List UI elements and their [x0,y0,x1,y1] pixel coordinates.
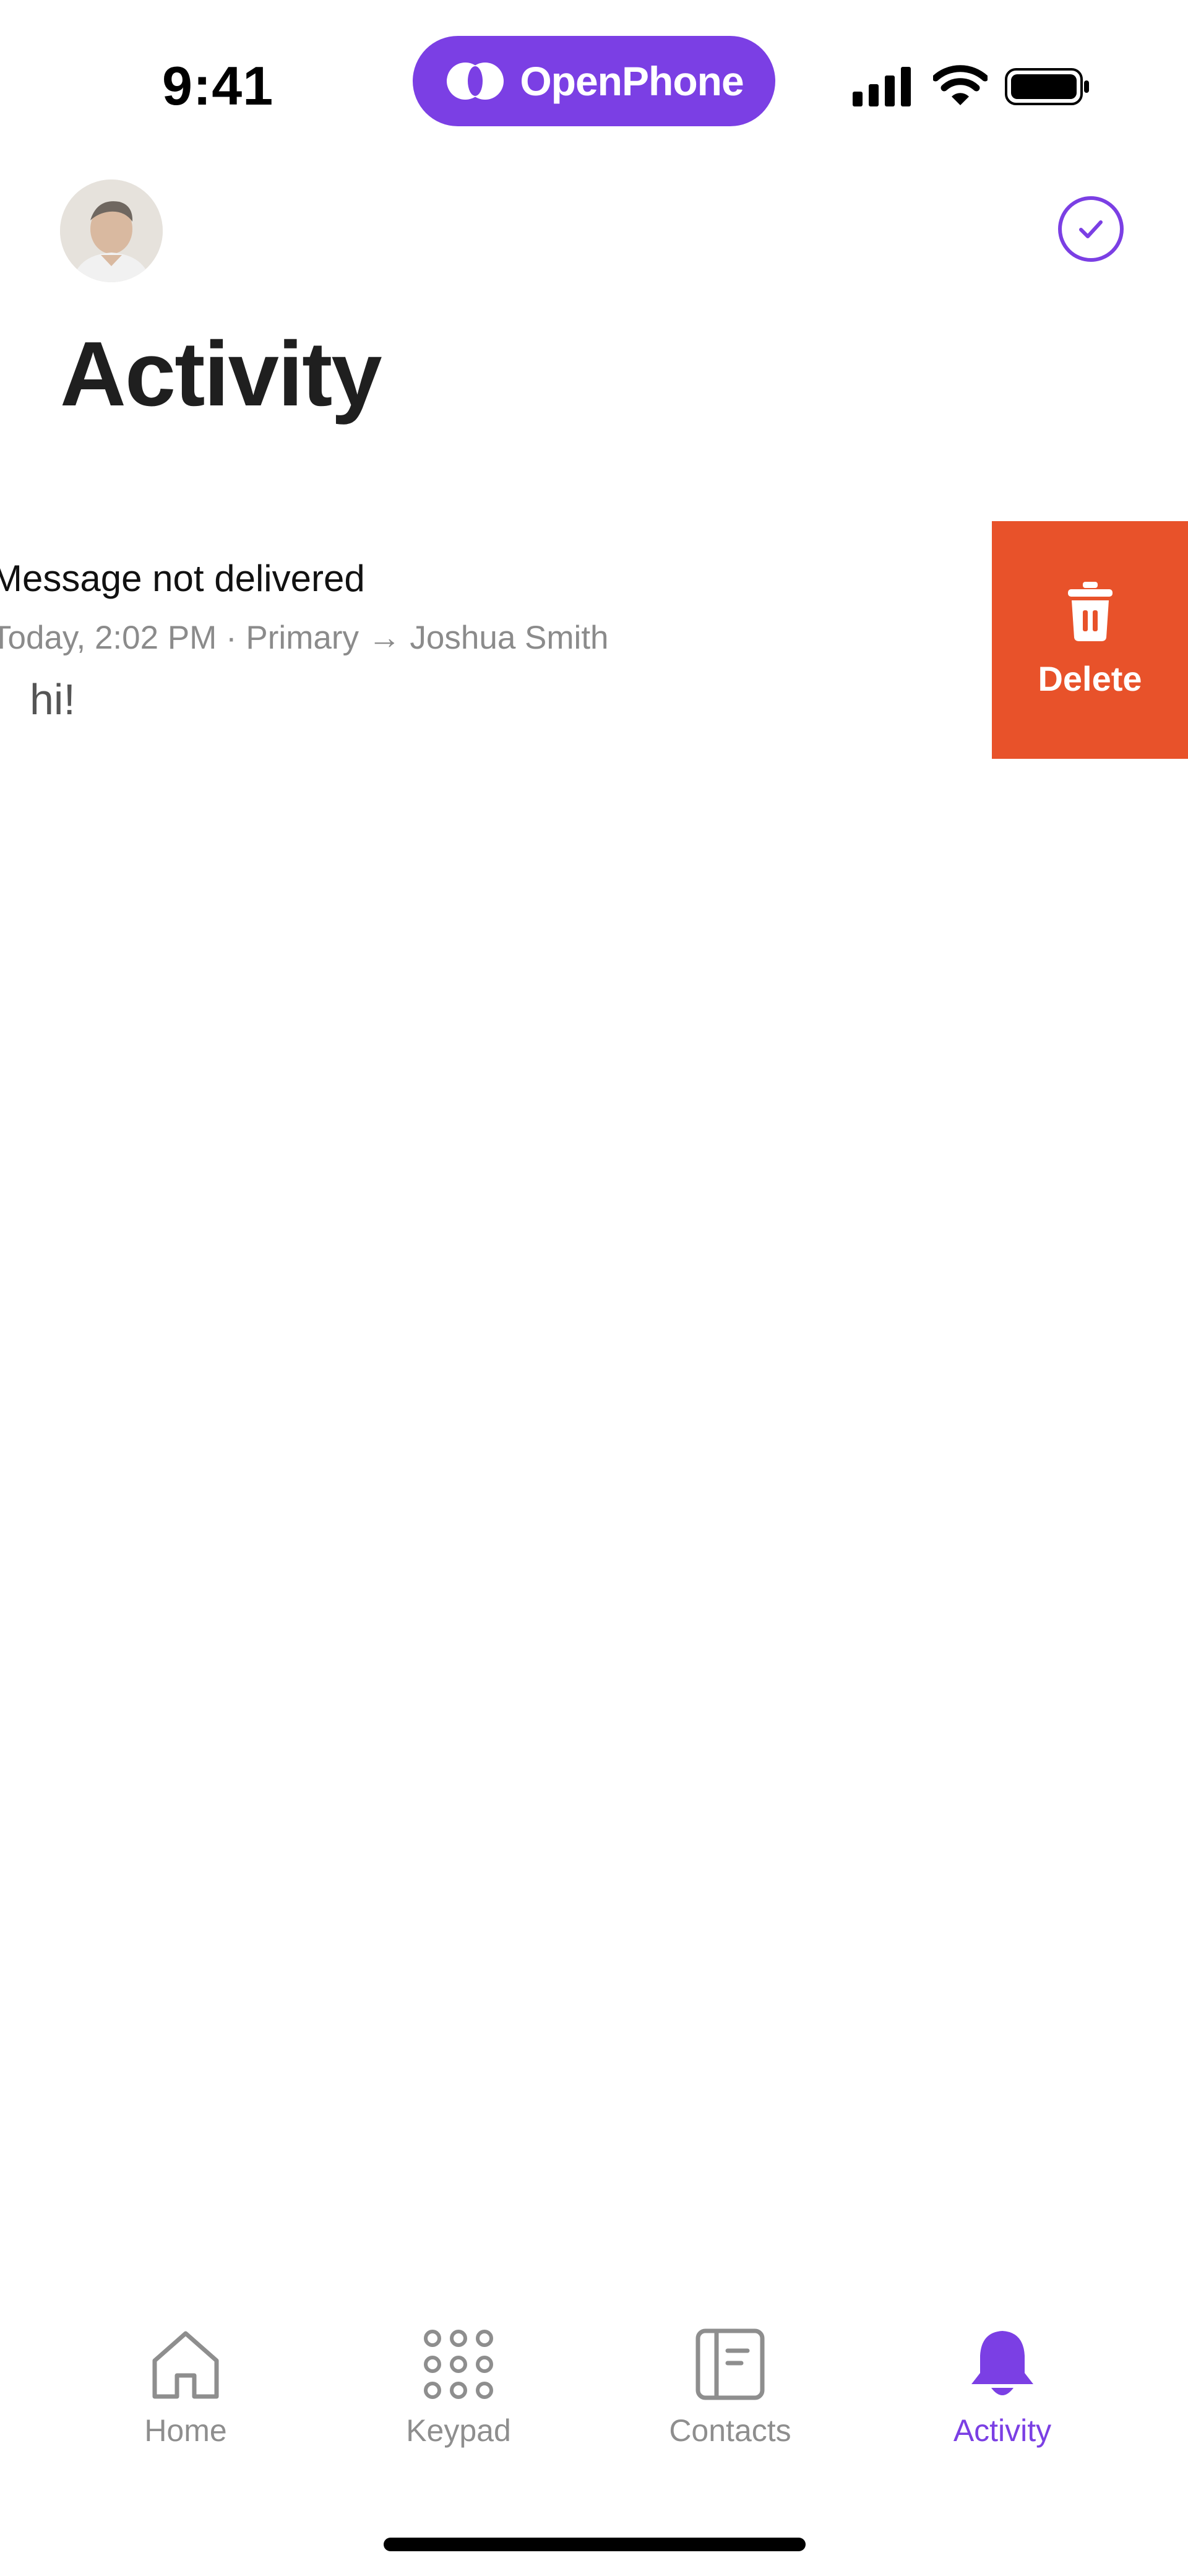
brand-pill: OpenPhone [413,36,775,126]
tab-label-home: Home [144,2413,227,2448]
bell-icon [971,2331,1033,2395]
keypad-icon [424,2330,493,2399]
signal-icon [853,67,911,106]
home-indicator[interactable] [384,2538,806,2551]
activity-body: hi! [30,675,75,724]
tab-keypad[interactable]: Keypad [366,2327,551,2448]
tab-label-activity: Activity [953,2413,1052,2448]
openphone-logo-icon [447,63,504,100]
check-circle-icon [1079,220,1103,238]
activity-title: Message not delivered [0,558,365,599]
brand-name: OpenPhone [520,58,744,104]
home-icon [152,2331,219,2399]
tab-label-contacts: Contacts [669,2413,791,2448]
select-button[interactable] [1058,196,1124,262]
wifi-icon [933,65,988,105]
page-title: Activity [60,323,382,425]
delete-button[interactable]: Delete [992,521,1188,759]
activity-meta: Today, 2:02 PM · Primary → Joshua Smith [0,620,609,656]
contacts-icon [695,2328,765,2400]
delete-label: Delete [1038,659,1142,698]
trash-icon [1067,581,1113,641]
avatar[interactable] [60,179,163,282]
tab-bar: Home Keypad Contacts Activity [0,2327,1188,2488]
status-bar: 9:41 OpenPhone [0,0,1188,161]
battery-icon [1005,68,1089,105]
tab-activity[interactable]: Activity [910,2327,1095,2448]
tab-label-keypad: Keypad [406,2413,511,2448]
tab-home[interactable]: Home [93,2327,278,2448]
status-time: 9:41 [162,55,274,116]
tab-contacts[interactable]: Contacts [637,2327,823,2448]
user-avatar-icon [60,179,163,282]
